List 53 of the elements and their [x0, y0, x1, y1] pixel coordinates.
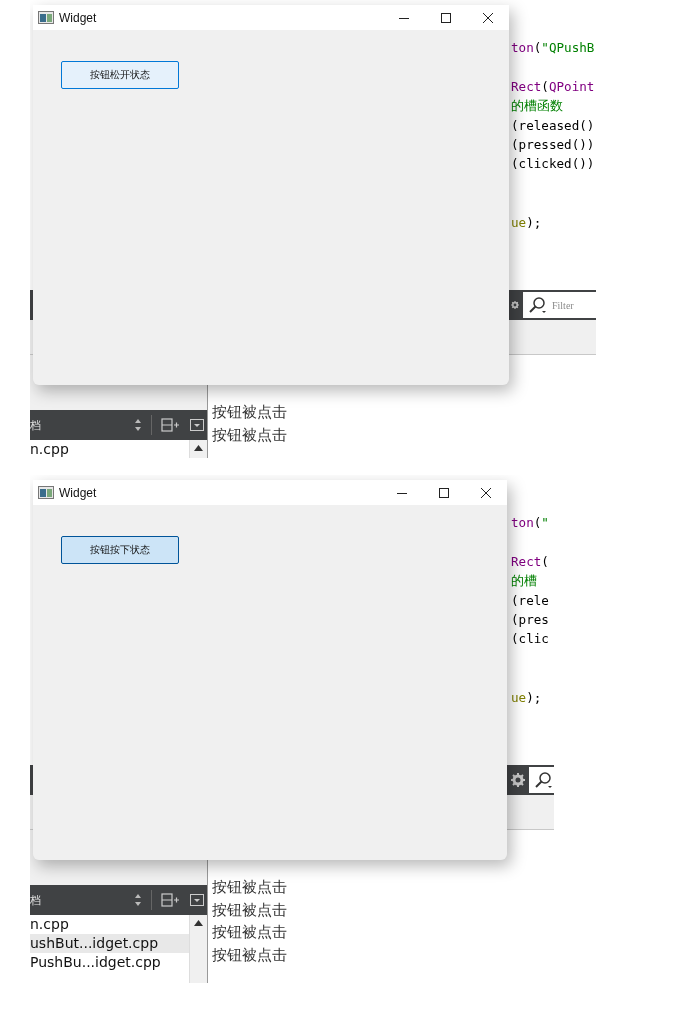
output-line: 按钮被点击 [212, 402, 288, 423]
output-line: 按钮被点击 [212, 424, 288, 446]
output-line: 按钮被点击 [212, 899, 288, 921]
code-line: 的槽 [511, 572, 538, 591]
output-line: 按钮被点击 [212, 922, 288, 943]
split-add-icon[interactable] [161, 418, 181, 432]
code-line: ton("QPushB [511, 39, 596, 57]
filter-field[interactable]: Filter [523, 292, 596, 318]
sort-arrows-icon[interactable] [134, 418, 142, 432]
code-line: ue); [511, 213, 543, 232]
file-item[interactable]: PushBu...idget.cpp [30, 953, 189, 972]
code-line: (released() [511, 116, 596, 135]
code-line: (clic [511, 630, 550, 649]
search-icon [528, 296, 548, 314]
code-line: ton(" [511, 514, 550, 532]
file-item[interactable]: n.cpp [30, 440, 189, 458]
filter-input[interactable]: Filter [552, 299, 596, 311]
gear-icon [511, 773, 525, 787]
filter-field[interactable] [529, 767, 554, 793]
code-line: Rect( [511, 552, 550, 571]
code-line: (clicked()) [511, 155, 596, 174]
file-item[interactable]: n.cpp [30, 915, 189, 934]
search-icon [534, 771, 554, 789]
maximize-icon [439, 487, 449, 498]
code-line: (pressed()) [511, 135, 596, 154]
dropdown-icon[interactable] [190, 419, 204, 431]
window-title: Widget [59, 10, 97, 25]
maximize-icon [441, 12, 451, 23]
push-button[interactable]: 按钮按下状态 [61, 536, 179, 564]
scrollbar[interactable] [189, 915, 207, 983]
window-title: Widget [59, 485, 97, 500]
close-icon [481, 487, 491, 498]
app-icon [38, 486, 54, 499]
dropdown-icon[interactable] [190, 894, 204, 906]
close-icon [483, 12, 493, 23]
output-line: 按钮被点击 [212, 877, 288, 898]
output-line: 按钮被点击 [212, 944, 288, 966]
gear-icon [511, 298, 519, 312]
app-icon [38, 11, 54, 24]
file-item[interactable]: ushBut...idget.cpp [30, 934, 189, 953]
split-add-icon[interactable] [161, 893, 181, 907]
scroll-up-icon[interactable] [194, 445, 203, 451]
code-line: (pres [511, 610, 550, 629]
scroll-up-icon[interactable] [194, 920, 203, 926]
code-line: ue); [511, 688, 543, 707]
scrollbar[interactable] [189, 440, 207, 458]
code-line: Rect(QPoint [511, 77, 596, 96]
navigator-title: 档 [30, 417, 41, 433]
navigator-title: 档 [30, 892, 41, 908]
code-line: 的槽函数 [511, 97, 564, 116]
push-button[interactable]: 按钮松开状态 [61, 61, 179, 89]
code-line: (rele [511, 591, 550, 610]
sort-arrows-icon[interactable] [134, 893, 142, 907]
